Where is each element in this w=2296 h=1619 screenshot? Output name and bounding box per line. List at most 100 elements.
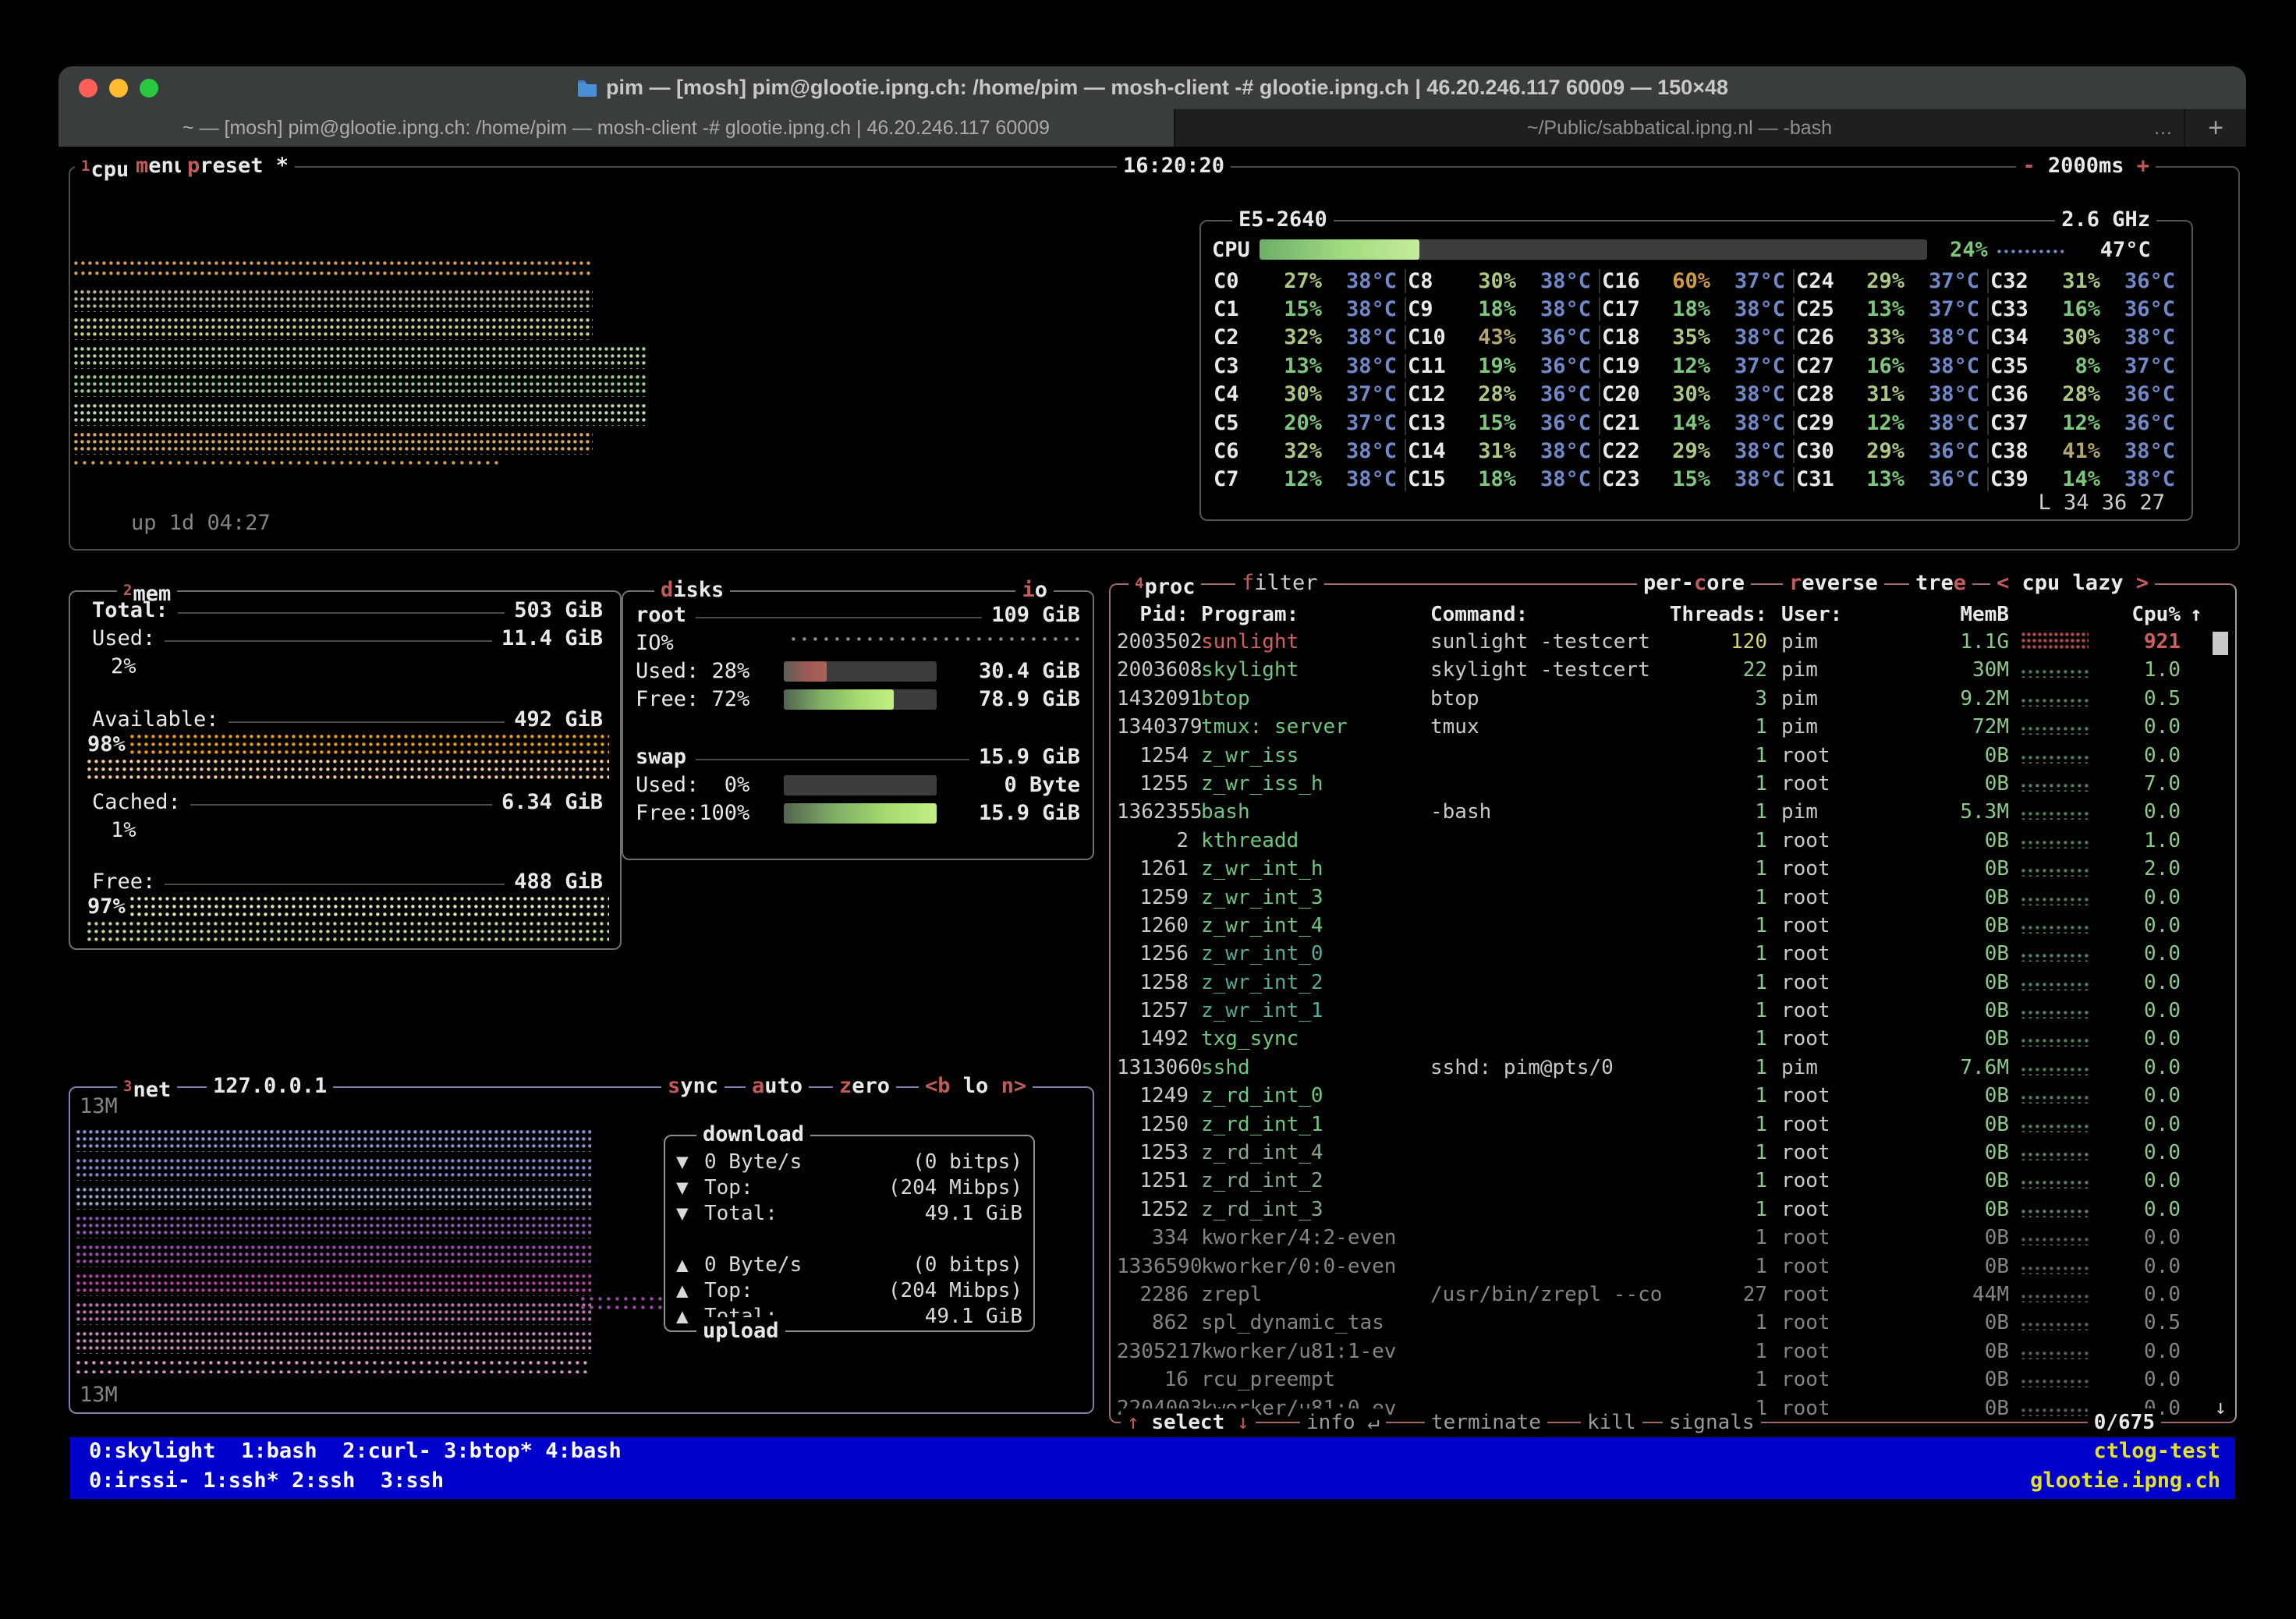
- proc-row[interactable]: 1261z_wr_int_h1root0B2.0: [1111, 855, 2235, 883]
- proc-row[interactable]: 2kthreadd1root0B1.0: [1111, 827, 2235, 855]
- proc-row[interactable]: 1254z_wr_iss1root0B0.0: [1111, 742, 2235, 770]
- net-interface-switcher[interactable]: <b lo n>: [919, 1072, 1033, 1100]
- proc-row[interactable]: 16rcu_preempt1root0B0.0: [1111, 1366, 2235, 1394]
- proc-tree-button[interactable]: tree: [1909, 569, 1972, 597]
- proc-percore-button[interactable]: per-core: [1637, 569, 1751, 597]
- proc-row[interactable]: 1255z_wr_iss_h1root0B7.0: [1111, 770, 2235, 798]
- proc-row[interactable]: 1249z_rd_int_01root0B0.0: [1111, 1082, 2235, 1110]
- proc-row[interactable]: 1258z_wr_int_21root0B0.0: [1111, 969, 2235, 997]
- proc-row[interactable]: 2003502sunlightsunlight -testcert120pim1…: [1111, 628, 2235, 656]
- proc-row[interactable]: 1492txg_sync1root0B0.0: [1111, 1025, 2235, 1053]
- proc-row[interactable]: 1362355bash-bash1pim5.3M0.0: [1111, 798, 2235, 826]
- core-stat-C26: C2633%38°C: [1795, 325, 1989, 349]
- col-program[interactable]: Program:: [1201, 603, 1435, 626]
- proc-row[interactable]: 1260z_wr_int_41root0B0.0: [1111, 912, 2235, 940]
- proc-terminate-button[interactable]: terminate: [1425, 1408, 1547, 1437]
- interval-minus-button[interactable]: -: [2022, 154, 2035, 178]
- disks-box: disks io root109 GiB IO% Used: 28%30.4 G…: [622, 590, 1094, 860]
- proc-row[interactable]: 1336590kworker/0:0-even1root0B0.0: [1111, 1252, 2235, 1281]
- col-user[interactable]: User:: [1781, 603, 1890, 626]
- disk-swap-free-bar: [784, 803, 937, 824]
- proc-cpu-mini-graph: [2021, 1039, 2089, 1047]
- core-stat-C25: C2513%37°C: [1795, 297, 1989, 321]
- preset-button[interactable]: preset *: [181, 152, 295, 180]
- proc-signals-button[interactable]: signals: [1663, 1408, 1761, 1437]
- disks-box-title[interactable]: disks: [654, 576, 730, 604]
- col-threads[interactable]: Threads:: [1661, 603, 1767, 626]
- down-arrow-icon: ▼: [676, 1202, 704, 1225]
- col-cpu[interactable]: Cpu%: [2099, 603, 2181, 626]
- proc-row[interactable]: 2286zrepl/usr/bin/zrepl --co27root44M0.0: [1111, 1281, 2235, 1309]
- cpu-box-title[interactable]: 1cpu: [75, 152, 135, 184]
- mem-available-meter: 98%: [87, 734, 609, 755]
- proc-kill-button[interactable]: kill: [1581, 1408, 1642, 1437]
- net-prev-iface-button[interactable]: <b: [925, 1074, 951, 1098]
- cpu-graph-band: [74, 347, 647, 369]
- net-next-iface-button[interactable]: n>: [1001, 1074, 1027, 1098]
- core-stat-C1: C115%38°C: [1212, 297, 1406, 321]
- sort-next-button[interactable]: >: [2136, 571, 2149, 595]
- core-stat-C13: C1315%36°C: [1406, 411, 1600, 435]
- proc-box-title[interactable]: 4proc: [1129, 569, 1201, 601]
- new-tab-button[interactable]: +: [2184, 109, 2246, 147]
- proc-row[interactable]: 1340379tmux: servertmux1pim72M0.0: [1111, 713, 2235, 741]
- net-sync-button[interactable]: sync: [661, 1072, 725, 1100]
- proc-cpu-mini-graph: [2021, 1352, 2089, 1359]
- proc-row[interactable]: 334kworker/4:2-even1root0B0.0: [1111, 1224, 2235, 1252]
- tab-mosh-session[interactable]: ~ — [mosh] pim@glootie.ipng.ch: /home/pi…: [58, 109, 1174, 147]
- proc-reverse-button[interactable]: reverse: [1783, 569, 1884, 597]
- core-stat-C21: C2114%38°C: [1600, 411, 1795, 435]
- core-stat-C22: C2229%38°C: [1600, 439, 1795, 463]
- proc-row[interactable]: 1432091btopbtop3pim9.2M0.5: [1111, 685, 2235, 713]
- disk-io-graph: [792, 637, 1080, 643]
- proc-row[interactable]: 1259z_wr_int_31root0B0.0: [1111, 884, 2235, 912]
- proc-row[interactable]: 862spl_dynamic_tas1root0B0.5: [1111, 1309, 2235, 1337]
- sort-prev-button[interactable]: <: [1997, 571, 2009, 595]
- disk-root-free-label: Free: 72%: [636, 687, 784, 711]
- download-top-label: Top:: [704, 1176, 753, 1199]
- cpu-graph-band: [74, 261, 593, 277]
- core-grid-row: C430%37°CC1228%36°CC2030%38°CC2831%38°CC…: [1212, 381, 2184, 409]
- core-grid-row: C115%38°CC918%38°CC1718%38°CC2513%37°CC3…: [1212, 295, 2184, 323]
- download-speed-bits: (0 bitps): [802, 1150, 1022, 1174]
- tab-bash-session[interactable]: ~/Public/sabbatical.ipng.nl — -bash …: [1174, 109, 2184, 147]
- core-stat-C17: C1718%38°C: [1600, 297, 1795, 321]
- proc-cpu-mini-graph: [2021, 1096, 2089, 1104]
- proc-row[interactable]: 1313060sshdsshd: pim@pts/01pim7.6M0.0: [1111, 1054, 2235, 1082]
- proc-row[interactable]: 1253z_rd_int_41root0B0.0: [1111, 1139, 2235, 1167]
- col-memb[interactable]: MemB: [1922, 603, 2009, 626]
- proc-info-button[interactable]: info ↵: [1300, 1408, 1386, 1437]
- io-button[interactable]: io: [1015, 576, 1054, 604]
- core-grid-row: C313%38°CC1119%36°CC1912%37°CC2716%38°CC…: [1212, 352, 2184, 380]
- col-command[interactable]: Command:: [1430, 603, 1695, 626]
- mem-free-meter: 97%: [87, 896, 609, 917]
- net-graph-band: [76, 1361, 591, 1373]
- net-zero-button[interactable]: zero: [833, 1072, 896, 1100]
- net-box-title[interactable]: 3net: [117, 1072, 177, 1104]
- core-stat-C37: C3712%36°C: [1989, 411, 2183, 435]
- proc-row[interactable]: 1250z_rd_int_11root0B0.0: [1111, 1111, 2235, 1139]
- tab-overflow-icon[interactable]: …: [2153, 117, 2173, 140]
- cpu-total-bar: [1260, 239, 1927, 260]
- col-pid[interactable]: Pid:: [1117, 603, 1189, 626]
- net-auto-button[interactable]: auto: [746, 1072, 809, 1100]
- proc-scrollbar-thumb[interactable]: [2213, 632, 2228, 655]
- proc-row[interactable]: 2305217kworker/u81:1-ev1root0B0.0: [1111, 1337, 2235, 1366]
- disk-io-label: IO%: [636, 631, 784, 655]
- proc-sort-selector[interactable]: < cpu lazy >: [1990, 569, 2155, 597]
- proc-row[interactable]: 1257z_wr_int_11root0B0.0: [1111, 997, 2235, 1025]
- proc-row[interactable]: 1251z_rd_int_21root0B0.0: [1111, 1167, 2235, 1195]
- proc-cpu-mini-graph: [2021, 1068, 2089, 1075]
- proc-row[interactable]: 2003608skylightskylight -testcert22pim30…: [1111, 656, 2235, 684]
- proc-filter-button[interactable]: filter: [1235, 569, 1324, 597]
- download-total-value: 49.1 GiB: [778, 1202, 1022, 1225]
- upload-speed-bits: (0 bitps): [802, 1253, 1022, 1277]
- interval-plus-button[interactable]: +: [2137, 154, 2149, 178]
- core-stat-C18: C1835%38°C: [1600, 325, 1795, 349]
- proc-row[interactable]: 1256z_wr_int_01root0B0.0: [1111, 940, 2235, 968]
- mem-cached-value: 6.34 GiB: [501, 790, 603, 814]
- proc-select-control[interactable]: ↑ select ↓: [1121, 1408, 1256, 1437]
- proc-cpu-mini-graph: [2021, 1295, 2089, 1302]
- mem-available-meter2: [87, 760, 609, 780]
- proc-row[interactable]: 1252z_rd_int_31root0B0.0: [1111, 1196, 2235, 1224]
